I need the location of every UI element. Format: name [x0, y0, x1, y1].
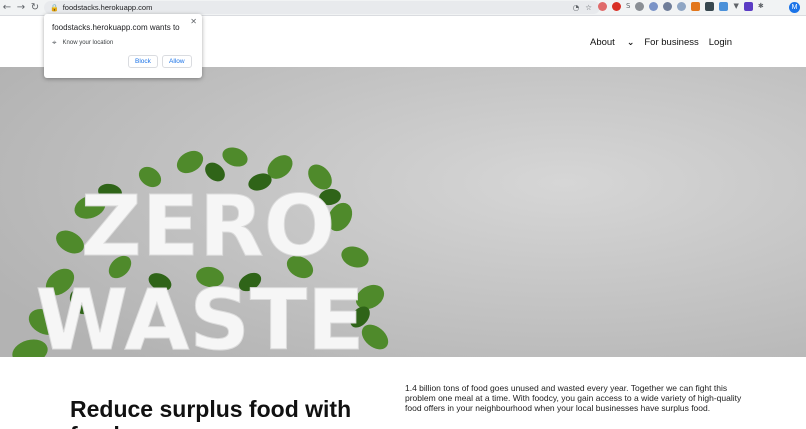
permission-label: Know your location — [62, 40, 114, 46]
puzzle-icon[interactable]: ✱ — [758, 2, 764, 11]
permission-title: foodstacks.herokuapp.com wants to — [52, 23, 180, 32]
bookmark-star-icon[interactable]: ☆ — [585, 3, 592, 12]
extension-icon-9[interactable] — [705, 2, 715, 11]
extension-icon-10[interactable] — [719, 2, 729, 11]
address-bar[interactable]: 🔒 foodstacks.herokuapp.com ◔ ☆ — [44, 1, 600, 14]
zero-waste-illustration: ZERO WASTE — [0, 67, 806, 357]
nav-for-business[interactable]: For business — [644, 37, 698, 48]
main-nav: About ⌄ For business Login — [590, 37, 732, 48]
extension-icon-3[interactable]: S — [626, 2, 630, 11]
back-icon[interactable]: ← — [0, 1, 14, 15]
page: ← → ↻ 🔒 foodstacks.herokuapp.com ◔ ☆ S ▼… — [0, 0, 806, 429]
forward-icon[interactable]: → — [14, 1, 28, 15]
metamask-icon[interactable] — [691, 2, 701, 11]
intro-paragraph: 1.4 billion tons of food goes unused and… — [405, 383, 742, 413]
hero-word-waste: WASTE — [35, 271, 364, 357]
block-button[interactable]: Block — [128, 55, 158, 68]
hero-word-zero: ZERO — [81, 177, 335, 275]
nav-login[interactable]: Login — [709, 37, 732, 48]
extension-icon-7[interactable] — [677, 2, 687, 11]
location-pin-icon: ⌖ — [52, 38, 57, 47]
lock-icon[interactable]: 🔒 — [50, 4, 59, 12]
nav-about[interactable]: About — [590, 37, 615, 48]
profile-avatar[interactable]: M — [789, 2, 800, 13]
site-settings-icon[interactable]: ◔ — [573, 3, 580, 12]
permission-row: ⌖ Know your location — [52, 38, 113, 48]
extension-icon-5[interactable] — [649, 2, 659, 11]
extension-icon-12[interactable] — [743, 2, 753, 11]
headline-line2: foodcy — [70, 421, 145, 429]
headline: Reduce surplus food with — [70, 396, 352, 422]
intro-section: Reduce surplus food with foodcy 1.4 bill… — [0, 357, 806, 429]
location-permission-popup: foodstacks.herokuapp.com wants to ✕ ⌖ Kn… — [44, 14, 202, 78]
chevron-down-icon[interactable]: ⌄ — [627, 38, 635, 48]
extension-icon-1[interactable] — [598, 2, 607, 11]
extension-icon-11[interactable]: ▼ — [733, 2, 738, 11]
extension-icon-2[interactable] — [612, 2, 621, 11]
hero-image: ZERO WASTE — [0, 67, 806, 357]
close-icon[interactable]: ✕ — [190, 17, 197, 26]
url-text: foodstacks.herokuapp.com — [62, 3, 153, 12]
extension-icon-4[interactable] — [635, 2, 645, 11]
allow-button[interactable]: Allow — [162, 55, 192, 68]
extensions-bar: S ▼ ✱ — [598, 2, 764, 11]
extension-icon-6[interactable] — [663, 2, 673, 11]
reload-icon[interactable]: ↻ — [28, 1, 42, 15]
